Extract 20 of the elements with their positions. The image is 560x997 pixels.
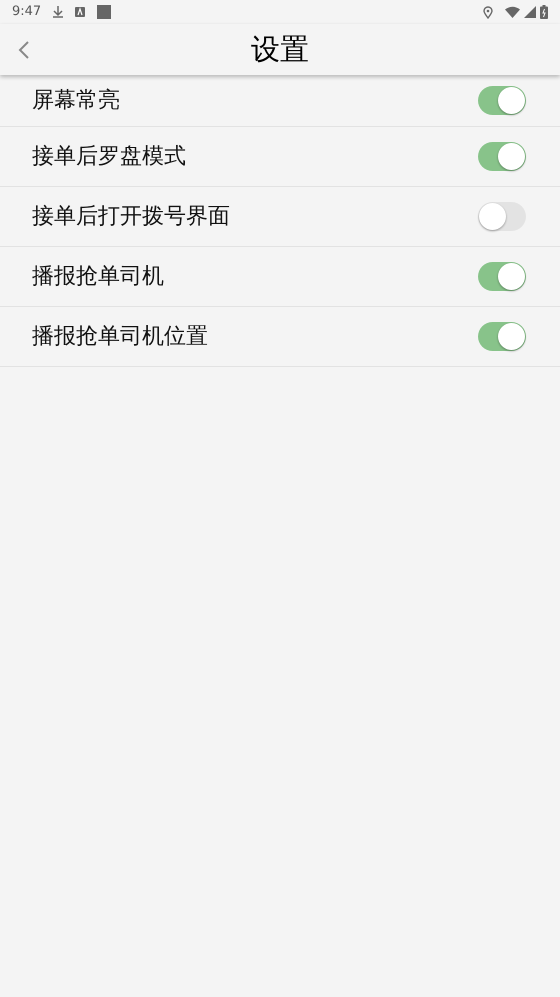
square-icon [97, 5, 112, 19]
toggle-switch[interactable] [478, 262, 526, 291]
signal-icon [524, 6, 536, 18]
status-time: 9:47 [12, 3, 42, 22]
setting-label: 播报抢单司机 [32, 263, 164, 291]
location-icon [483, 6, 493, 18]
toggle-switch[interactable] [478, 322, 526, 351]
battery-icon [540, 5, 548, 19]
toggle-switch[interactable] [478, 86, 526, 115]
wifi-icon [505, 6, 520, 18]
toggle-switch[interactable] [478, 142, 526, 171]
setting-label: 屏幕常亮 [32, 87, 120, 115]
download-icon [53, 6, 64, 18]
app-icon [75, 7, 86, 17]
setting-label: 接单后罗盘模式 [32, 143, 186, 171]
toggle-switch[interactable] [478, 202, 526, 231]
page-title: 设置 [251, 30, 309, 68]
setting-label: 播报抢单司机位置 [32, 323, 208, 351]
setting-label: 接单后打开拨号界面 [32, 203, 230, 231]
back-icon [18, 40, 30, 60]
